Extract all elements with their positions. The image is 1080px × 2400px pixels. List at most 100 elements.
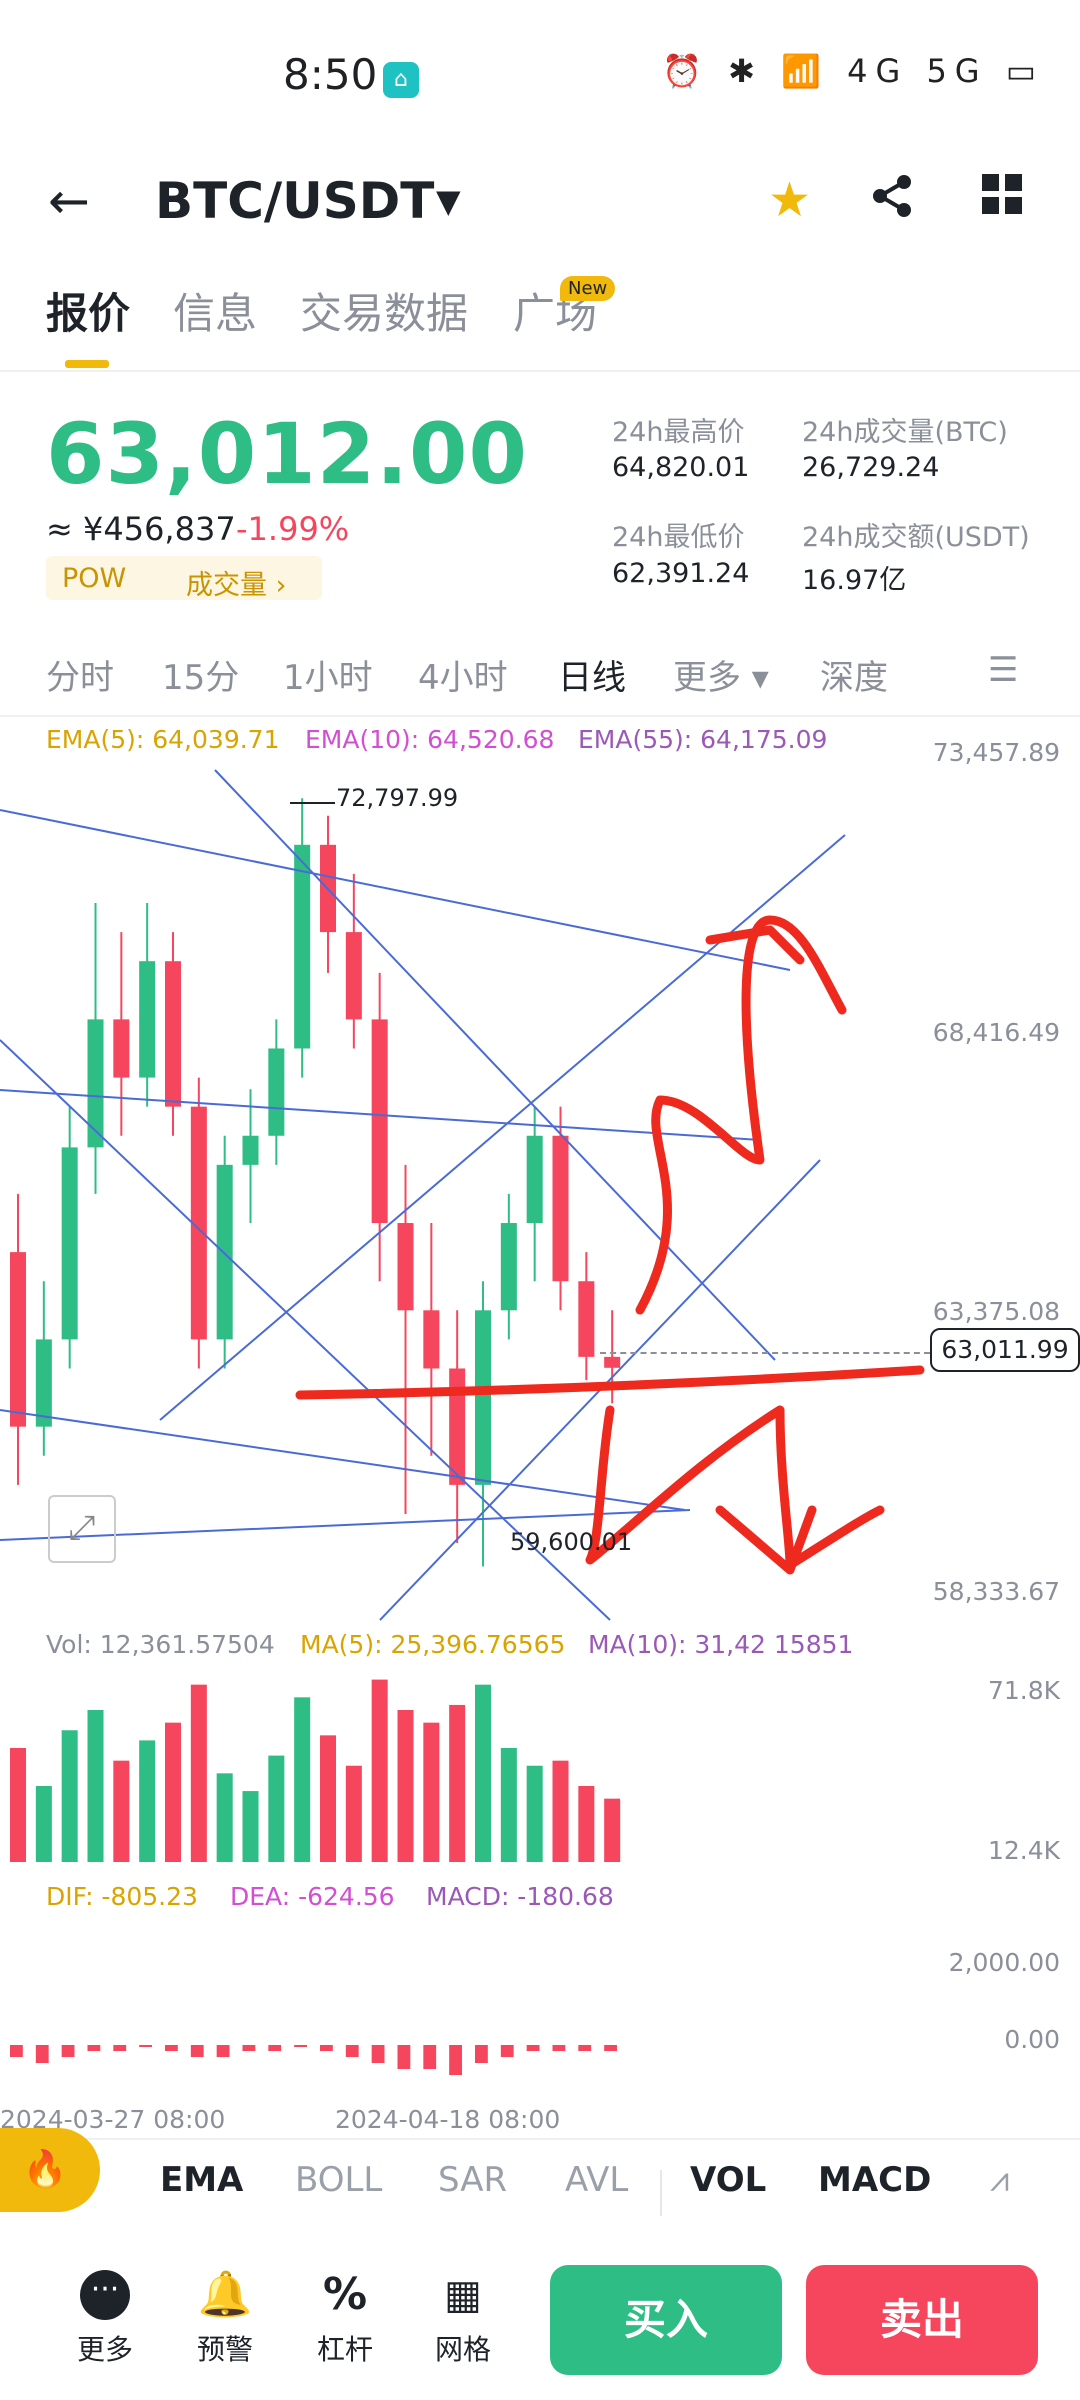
- caret-down-icon[interactable]: ▼: [436, 182, 461, 220]
- more-icon: ···: [80, 2270, 130, 2320]
- vol-label: Vol: 12,361.57504: [46, 1630, 275, 1659]
- indicator-ema[interactable]: EMA: [160, 2160, 243, 2200]
- volume-bar: [604, 1798, 621, 1862]
- macd-bar: [500, 2045, 514, 2057]
- macd-bar: [371, 2045, 385, 2063]
- vol-btc-value: 26,729.24: [802, 452, 940, 483]
- more-label: 更多: [76, 2333, 133, 2366]
- interval-timeshare[interactable]: 分时: [46, 650, 114, 699]
- high-annotation: 72,797.99: [336, 784, 459, 812]
- share-icon[interactable]: [868, 172, 916, 232]
- indicator-settings-icon[interactable]: ⩘: [990, 2160, 1009, 2200]
- interval-depth[interactable]: 深度: [820, 650, 888, 699]
- interval-4h[interactable]: 4小时: [418, 650, 508, 699]
- vol-usdt-label: 24h成交额(USDT): [802, 522, 1030, 553]
- divider: [0, 370, 1080, 372]
- grid-layout-icon[interactable]: [980, 172, 1024, 228]
- volume-bar: [345, 1765, 362, 1862]
- vol-btc-label: 24h成交量(BTC): [802, 417, 1008, 448]
- fullscreen-icon[interactable]: ⤢: [48, 1495, 116, 1563]
- change-percent: -1.99%: [236, 510, 350, 548]
- macd-bar: [294, 2045, 307, 2047]
- leverage-button[interactable]: % 杠杆: [310, 2270, 380, 2368]
- tab-trade-data[interactable]: 交易数据: [300, 280, 468, 341]
- active-tab-indicator: [65, 360, 109, 368]
- indicator-boll[interactable]: BOLL: [295, 2160, 382, 2200]
- macd-bar: [87, 2045, 101, 2051]
- tab-quote[interactable]: 报价: [46, 280, 130, 341]
- new-badge: New: [560, 276, 616, 301]
- volume-bar: [552, 1760, 569, 1862]
- cny-price: ≈ ¥456,837: [46, 510, 236, 548]
- macd-axis-label: 0.00: [1004, 2025, 1060, 2054]
- indicator-sar[interactable]: SAR: [438, 2160, 507, 2200]
- current-price-tag: 63,011.99: [930, 1328, 1080, 1372]
- grid-button[interactable]: ▦ 网格: [428, 2270, 498, 2368]
- volume-link: 成交量 ›: [186, 570, 287, 601]
- alert-button[interactable]: 🔔 预警: [190, 2270, 260, 2368]
- indicator-macd[interactable]: MACD: [818, 2160, 931, 2200]
- macd-bar: [242, 2045, 256, 2051]
- pair-title[interactable]: BTC/USDT: [155, 172, 434, 230]
- interval-1d[interactable]: 日线: [558, 650, 626, 699]
- volume-bar: [475, 1684, 492, 1862]
- home-app-icon: ⌂: [383, 62, 419, 98]
- trend-line: [159, 834, 846, 1421]
- volume-bar: [190, 1684, 207, 1862]
- grid-label: 网格: [434, 2333, 491, 2366]
- macd-bar: [475, 2045, 488, 2063]
- interval-more[interactable]: 更多 ▾: [673, 650, 769, 699]
- macd-bar: [165, 2045, 178, 2051]
- volume-bar: [35, 1786, 52, 1862]
- grid-chart-icon: ▦: [444, 2272, 482, 2318]
- volume-chart: [10, 1679, 621, 1862]
- tab-info[interactable]: 信息: [173, 280, 257, 341]
- pow-tag[interactable]: POW 成交量 ›: [46, 556, 322, 601]
- sell-button[interactable]: 卖出: [806, 2265, 1038, 2375]
- volume-bar: [320, 1735, 337, 1862]
- high-value: 64,820.01: [612, 452, 750, 483]
- volume-bar: [165, 1722, 182, 1862]
- volume-bar: [371, 1679, 388, 1862]
- macd-bar: [449, 2045, 462, 2075]
- trend-line: [214, 769, 776, 1361]
- vol-usdt-value: 16.97亿: [802, 565, 907, 596]
- back-icon[interactable]: ←: [48, 172, 90, 230]
- interval-1h[interactable]: 1小时: [283, 650, 373, 699]
- more-button[interactable]: ··· 更多: [70, 2270, 140, 2368]
- percent-icon: %: [322, 2269, 368, 2320]
- status-icons: ⏰ ✱ 📶 4G 5G ▭: [662, 52, 1044, 90]
- volume-bar: [268, 1755, 285, 1862]
- divider: [0, 715, 1080, 717]
- pow-label: POW: [62, 563, 127, 594]
- vol-ma10-label: MA(10): 31,42 15851: [588, 1630, 854, 1659]
- indicator-avl[interactable]: AVL: [565, 2160, 628, 2200]
- up-arrow-drawing: [635, 915, 847, 1315]
- date-label: 2024-04-18 08:00: [335, 2105, 561, 2134]
- volume-bar: [113, 1760, 130, 1862]
- low-value: 62,391.24: [612, 558, 750, 589]
- macd-bar: [345, 2045, 359, 2057]
- low-annotation: 59,600.01: [510, 1528, 633, 1556]
- trend-line: [0, 809, 791, 971]
- star-icon[interactable]: ★: [768, 172, 811, 228]
- interval-tabs: 分时 15分 1小时 4小时 日线 更多 ▾ 深度 ☰: [0, 650, 1080, 720]
- volume-bar: [294, 1697, 311, 1862]
- macd-bar: [10, 2045, 23, 2057]
- high-label: 24h最高价: [612, 417, 745, 448]
- divider: [0, 2138, 1080, 2140]
- indicator-vol[interactable]: VOL: [690, 2160, 766, 2200]
- support-marker: [295, 1365, 925, 1400]
- macd-bar: [526, 2045, 540, 2051]
- macd-bar: [113, 2045, 127, 2051]
- buy-button[interactable]: 买入: [550, 2265, 782, 2375]
- volume-bar: [526, 1765, 543, 1862]
- interval-15m[interactable]: 15分: [162, 650, 239, 699]
- chart-settings-icon[interactable]: ☰: [988, 650, 1018, 690]
- last-price: 63,012.00: [46, 405, 528, 503]
- bell-icon: 🔔: [197, 2269, 253, 2320]
- volume-bar: [216, 1773, 233, 1862]
- leverage-label: 杠杆: [316, 2333, 373, 2366]
- macd-bar: [604, 2045, 617, 2051]
- macd-bar: [268, 2045, 282, 2051]
